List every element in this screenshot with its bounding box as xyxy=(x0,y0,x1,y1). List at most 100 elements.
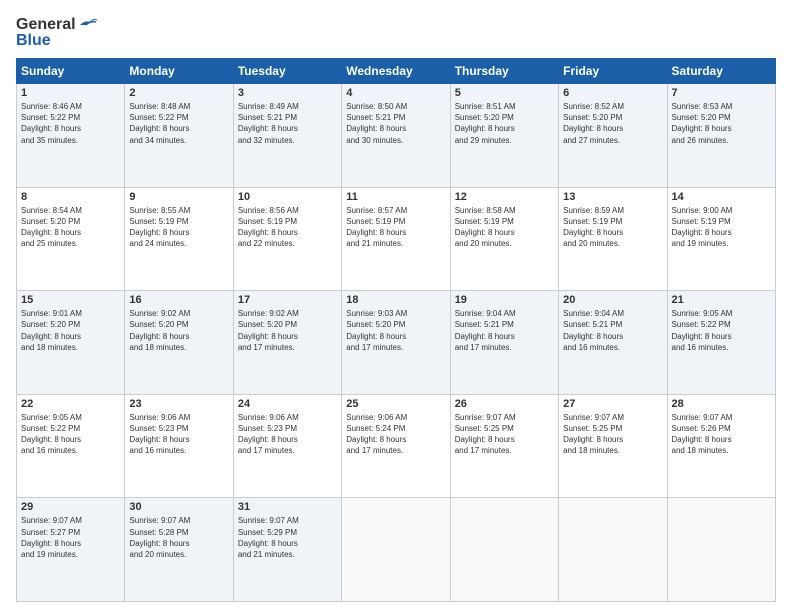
calendar-week-4: 22 Sunrise: 9:05 AMSunset: 5:22 PMDaylig… xyxy=(17,394,776,498)
col-tuesday: Tuesday xyxy=(233,59,341,84)
header-row: Sunday Monday Tuesday Wednesday Thursday… xyxy=(17,59,776,84)
day-info: Sunrise: 9:04 AMSunset: 5:21 PMDaylight:… xyxy=(563,309,624,352)
col-friday: Friday xyxy=(559,59,667,84)
day-info: Sunrise: 8:46 AMSunset: 5:22 PMDaylight:… xyxy=(21,102,82,145)
logo: General Blue xyxy=(16,16,98,50)
day-number: 19 xyxy=(455,294,554,306)
day-info: Sunrise: 8:57 AMSunset: 5:19 PMDaylight:… xyxy=(346,206,407,249)
calendar-cell: 4 Sunrise: 8:50 AMSunset: 5:21 PMDayligh… xyxy=(342,84,450,188)
day-number: 12 xyxy=(455,191,554,203)
calendar-cell: 17 Sunrise: 9:02 AMSunset: 5:20 PMDaylig… xyxy=(233,291,341,395)
day-info: Sunrise: 9:06 AMSunset: 5:23 PMDaylight:… xyxy=(238,413,299,456)
day-number: 16 xyxy=(129,294,228,306)
calendar-cell: 9 Sunrise: 8:55 AMSunset: 5:19 PMDayligh… xyxy=(125,187,233,291)
calendar-cell: 27 Sunrise: 9:07 AMSunset: 5:25 PMDaylig… xyxy=(559,394,667,498)
day-number: 27 xyxy=(563,398,662,410)
col-saturday: Saturday xyxy=(667,59,775,84)
calendar-week-3: 15 Sunrise: 9:01 AMSunset: 5:20 PMDaylig… xyxy=(17,291,776,395)
col-monday: Monday xyxy=(125,59,233,84)
calendar-table: Sunday Monday Tuesday Wednesday Thursday… xyxy=(16,58,776,602)
calendar-cell: 29 Sunrise: 9:07 AMSunset: 5:27 PMDaylig… xyxy=(17,498,125,602)
day-number: 21 xyxy=(672,294,771,306)
day-info: Sunrise: 8:56 AMSunset: 5:19 PMDaylight:… xyxy=(238,206,299,249)
day-info: Sunrise: 8:53 AMSunset: 5:20 PMDaylight:… xyxy=(672,102,733,145)
day-number: 7 xyxy=(672,87,771,99)
calendar-cell: 23 Sunrise: 9:06 AMSunset: 5:23 PMDaylig… xyxy=(125,394,233,498)
day-info: Sunrise: 8:48 AMSunset: 5:22 PMDaylight:… xyxy=(129,102,190,145)
day-number: 13 xyxy=(563,191,662,203)
logo-bird-icon xyxy=(78,17,98,33)
calendar-cell: 1 Sunrise: 8:46 AMSunset: 5:22 PMDayligh… xyxy=(17,84,125,188)
day-info: Sunrise: 8:58 AMSunset: 5:19 PMDaylight:… xyxy=(455,206,516,249)
calendar-cell: 10 Sunrise: 8:56 AMSunset: 5:19 PMDaylig… xyxy=(233,187,341,291)
day-info: Sunrise: 9:05 AMSunset: 5:22 PMDaylight:… xyxy=(672,309,733,352)
calendar-cell: 15 Sunrise: 9:01 AMSunset: 5:20 PMDaylig… xyxy=(17,291,125,395)
day-info: Sunrise: 9:00 AMSunset: 5:19 PMDaylight:… xyxy=(672,206,733,249)
day-number: 18 xyxy=(346,294,445,306)
day-number: 11 xyxy=(346,191,445,203)
day-number: 20 xyxy=(563,294,662,306)
calendar-cell: 16 Sunrise: 9:02 AMSunset: 5:20 PMDaylig… xyxy=(125,291,233,395)
calendar-cell xyxy=(559,498,667,602)
calendar-cell: 24 Sunrise: 9:06 AMSunset: 5:23 PMDaylig… xyxy=(233,394,341,498)
day-number: 1 xyxy=(21,87,120,99)
calendar-week-1: 1 Sunrise: 8:46 AMSunset: 5:22 PMDayligh… xyxy=(17,84,776,188)
calendar-cell: 14 Sunrise: 9:00 AMSunset: 5:19 PMDaylig… xyxy=(667,187,775,291)
day-number: 31 xyxy=(238,501,337,513)
day-number: 5 xyxy=(455,87,554,99)
calendar-cell: 22 Sunrise: 9:05 AMSunset: 5:22 PMDaylig… xyxy=(17,394,125,498)
calendar-cell: 26 Sunrise: 9:07 AMSunset: 5:25 PMDaylig… xyxy=(450,394,558,498)
day-number: 15 xyxy=(21,294,120,306)
day-number: 14 xyxy=(672,191,771,203)
calendar-cell: 31 Sunrise: 9:07 AMSunset: 5:29 PMDaylig… xyxy=(233,498,341,602)
col-wednesday: Wednesday xyxy=(342,59,450,84)
calendar-cell: 18 Sunrise: 9:03 AMSunset: 5:20 PMDaylig… xyxy=(342,291,450,395)
day-info: Sunrise: 9:07 AMSunset: 5:25 PMDaylight:… xyxy=(563,413,624,456)
day-number: 29 xyxy=(21,501,120,513)
day-info: Sunrise: 9:07 AMSunset: 5:28 PMDaylight:… xyxy=(129,516,190,559)
day-number: 10 xyxy=(238,191,337,203)
calendar-cell xyxy=(667,498,775,602)
day-info: Sunrise: 9:06 AMSunset: 5:24 PMDaylight:… xyxy=(346,413,407,456)
day-number: 28 xyxy=(672,398,771,410)
day-info: Sunrise: 9:02 AMSunset: 5:20 PMDaylight:… xyxy=(238,309,299,352)
day-info: Sunrise: 8:54 AMSunset: 5:20 PMDaylight:… xyxy=(21,206,82,249)
calendar-cell: 8 Sunrise: 8:54 AMSunset: 5:20 PMDayligh… xyxy=(17,187,125,291)
day-info: Sunrise: 9:01 AMSunset: 5:20 PMDaylight:… xyxy=(21,309,82,352)
day-info: Sunrise: 8:55 AMSunset: 5:19 PMDaylight:… xyxy=(129,206,190,249)
day-number: 22 xyxy=(21,398,120,410)
calendar-cell: 12 Sunrise: 8:58 AMSunset: 5:19 PMDaylig… xyxy=(450,187,558,291)
calendar-cell: 30 Sunrise: 9:07 AMSunset: 5:28 PMDaylig… xyxy=(125,498,233,602)
calendar-cell xyxy=(342,498,450,602)
day-number: 3 xyxy=(238,87,337,99)
calendar-cell: 11 Sunrise: 8:57 AMSunset: 5:19 PMDaylig… xyxy=(342,187,450,291)
day-number: 2 xyxy=(129,87,228,99)
day-info: Sunrise: 9:05 AMSunset: 5:22 PMDaylight:… xyxy=(21,413,82,456)
day-info: Sunrise: 8:51 AMSunset: 5:20 PMDaylight:… xyxy=(455,102,516,145)
day-info: Sunrise: 8:52 AMSunset: 5:20 PMDaylight:… xyxy=(563,102,624,145)
day-info: Sunrise: 9:07 AMSunset: 5:29 PMDaylight:… xyxy=(238,516,299,559)
day-info: Sunrise: 9:07 AMSunset: 5:25 PMDaylight:… xyxy=(455,413,516,456)
calendar-cell: 25 Sunrise: 9:06 AMSunset: 5:24 PMDaylig… xyxy=(342,394,450,498)
day-info: Sunrise: 8:49 AMSunset: 5:21 PMDaylight:… xyxy=(238,102,299,145)
day-info: Sunrise: 9:07 AMSunset: 5:26 PMDaylight:… xyxy=(672,413,733,456)
calendar-cell: 7 Sunrise: 8:53 AMSunset: 5:20 PMDayligh… xyxy=(667,84,775,188)
day-number: 8 xyxy=(21,191,120,203)
calendar-cell: 6 Sunrise: 8:52 AMSunset: 5:20 PMDayligh… xyxy=(559,84,667,188)
col-thursday: Thursday xyxy=(450,59,558,84)
calendar-cell: 21 Sunrise: 9:05 AMSunset: 5:22 PMDaylig… xyxy=(667,291,775,395)
calendar-cell: 20 Sunrise: 9:04 AMSunset: 5:21 PMDaylig… xyxy=(559,291,667,395)
day-info: Sunrise: 9:07 AMSunset: 5:27 PMDaylight:… xyxy=(21,516,82,559)
day-number: 26 xyxy=(455,398,554,410)
col-sunday: Sunday xyxy=(17,59,125,84)
calendar-cell: 19 Sunrise: 9:04 AMSunset: 5:21 PMDaylig… xyxy=(450,291,558,395)
day-number: 9 xyxy=(129,191,228,203)
day-number: 4 xyxy=(346,87,445,99)
day-number: 24 xyxy=(238,398,337,410)
day-number: 6 xyxy=(563,87,662,99)
calendar-cell: 2 Sunrise: 8:48 AMSunset: 5:22 PMDayligh… xyxy=(125,84,233,188)
day-info: Sunrise: 8:50 AMSunset: 5:21 PMDaylight:… xyxy=(346,102,407,145)
day-number: 30 xyxy=(129,501,228,513)
calendar-cell: 28 Sunrise: 9:07 AMSunset: 5:26 PMDaylig… xyxy=(667,394,775,498)
header: General Blue xyxy=(16,16,776,50)
